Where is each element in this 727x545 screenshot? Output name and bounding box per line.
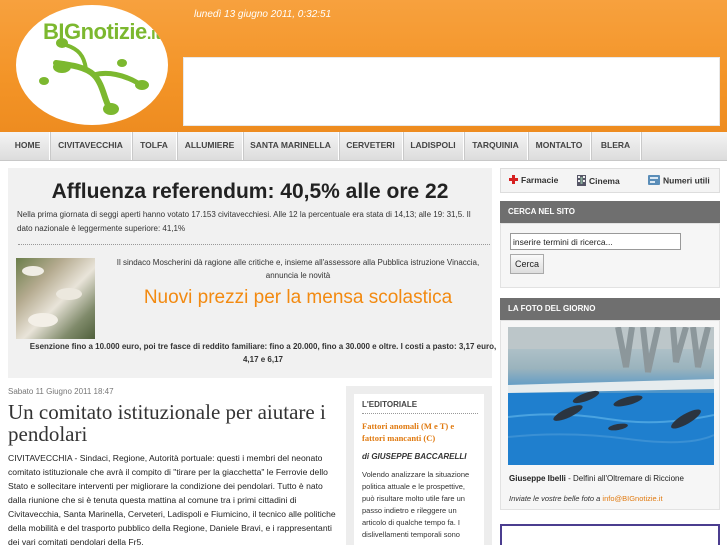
banner-ad-area [183, 57, 720, 126]
photo-submit-text: Inviate le vostre belle foto a [509, 494, 601, 503]
nav-item-blera[interactable]: BLERA [591, 132, 641, 160]
secondary-summary: Esenzione fino a 10.000 euro, poi tre fa… [29, 342, 497, 364]
canteen-photo[interactable] [16, 258, 95, 339]
article-title[interactable]: Un comitato istituzionale per aiutare i … [8, 401, 338, 445]
useful-numbers-label: Numeri utili [663, 175, 710, 186]
nav-item-cerveteri[interactable]: CERVETERI [339, 132, 403, 160]
search-heading: CERCA NEL SITO [500, 201, 720, 223]
site-logo[interactable]: BIGnotizie.it [16, 5, 168, 125]
pharmacies-link[interactable]: Farmacie [509, 175, 558, 186]
search-panel: Cerca [500, 223, 720, 288]
useful-numbers-link[interactable]: Numeri utili [648, 175, 710, 187]
utility-links: Farmacie Cinema Numeri utili [500, 168, 720, 193]
main-navigation: HOME CIVITAVECCHIA TOLFA ALLUMIERE SANTA… [0, 132, 727, 161]
editorial-author: di GIUSEPPE BACCARELLI [362, 452, 467, 461]
secondary-intro: Il sindaco Moscherini dà ragione alle cr… [116, 258, 480, 280]
logo-name: BIGnotizie [43, 19, 147, 44]
current-date: lunedì 13 giugno 2011, 0:32:51 [194, 9, 332, 20]
nav-item-civitavecchia[interactable]: CIVITAVECCHIA [50, 132, 132, 160]
nav-item-ladispoli[interactable]: LADISPOLI [403, 132, 464, 160]
photo-caption: Giuseppe Ibelli - Delfini all'Oltremare … [509, 474, 684, 483]
search-button[interactable]: Cerca [510, 254, 544, 274]
photo-submit-note: Inviate le vostre belle foto a info@BIGn… [509, 494, 663, 503]
lead-headline[interactable]: Affluenza referendum: 40,5% alle ore 22 [8, 180, 492, 204]
phonebook-icon [648, 175, 660, 187]
search-input[interactable] [510, 233, 681, 250]
nav-item-santa-marinella[interactable]: SANTA MARINELLA [243, 132, 339, 160]
article-body: CIVITAVECCHIA - Sindaci, Regione, Autori… [8, 453, 336, 545]
film-icon [577, 175, 586, 188]
pharmacies-label: Farmacie [521, 175, 559, 185]
dolphins-photo[interactable] [508, 327, 714, 465]
logo-tld: .it [146, 24, 161, 43]
editorial-box: L'EDITORIALE Fattori anomali (M e T) e f… [346, 386, 492, 545]
photo-of-day-heading: LA FOTO DEL GIORNO [500, 298, 720, 320]
editorial-heading: L'EDITORIALE [362, 400, 478, 414]
nav-item-tarquinia[interactable]: TARQUINIA [464, 132, 528, 160]
nav-item-home[interactable]: HOME [6, 132, 50, 160]
secondary-headline[interactable]: Nuovi prezzi per la mensa scolastica [108, 283, 488, 312]
next-widget-box [500, 524, 720, 545]
photo-submit-email[interactable]: info@BIGnotizie.it [602, 494, 662, 503]
nav-item-tolfa[interactable]: TOLFA [132, 132, 177, 160]
editorial-title[interactable]: Fattori anomali (M e T) e fattori mancan… [362, 420, 478, 444]
photo-description: - Delfini all'Oltremare di Riccione [565, 474, 684, 483]
photo-author: Giuseppe Ibelli [509, 474, 566, 483]
lead-news-box: Affluenza referendum: 40,5% alle ore 22 … [8, 168, 496, 378]
nav-item-montalto[interactable]: MONTALTO [528, 132, 591, 160]
divider [18, 244, 490, 245]
cinema-label: Cinema [589, 175, 620, 186]
site-header: BIGnotizie.it lunedì 13 giugno 2011, 0:3… [0, 0, 727, 132]
dolphins-illustration [508, 327, 714, 465]
article-date: Sabato 11 Giugno 2011 18:47 [8, 387, 114, 396]
cinema-link[interactable]: Cinema [577, 175, 620, 188]
photo-of-day-panel: Giuseppe Ibelli - Delfini all'Oltremare … [500, 320, 720, 510]
lead-summary: Nella prima giornata di seggi aperti han… [17, 210, 471, 233]
red-cross-icon [509, 175, 518, 186]
nav-item-allumiere[interactable]: ALLUMIERE [177, 132, 243, 160]
editorial-text: Volendo analizzare la situazione politic… [362, 470, 470, 539]
